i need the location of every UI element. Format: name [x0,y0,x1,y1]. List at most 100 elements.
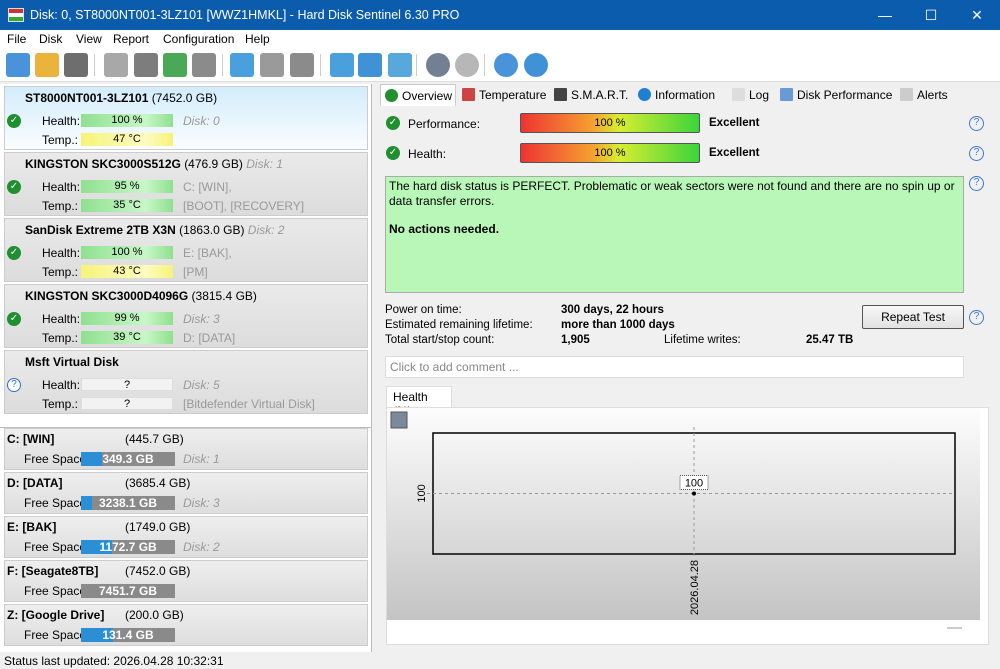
menu-file[interactable]: File [7,32,26,46]
disk-detail: E: [BAK], [183,246,232,260]
help-icon[interactable]: ? [969,310,984,325]
menu-view[interactable]: View [76,32,102,46]
info-icon[interactable] [524,53,548,77]
volume-card[interactable]: Z: [Google Drive] (200.0 GB) Free Space … [4,604,368,646]
status-bar: Status last updated: 2026.04.28 10:32:31 [4,654,224,668]
disk-check-icon[interactable] [163,53,187,77]
temp-label: Temp.: [42,199,79,213]
temp-bar: 43 °C [81,265,173,278]
volume-card[interactable]: E: [BAK] (1749.0 GB) Free Space 1172.7 G… [4,516,368,558]
menu-disk[interactable]: Disk [39,32,62,46]
help-icon[interactable]: ? [969,176,984,191]
tab-information[interactable]: Information [634,84,726,106]
temp-label: Temp.: [42,331,79,345]
disk-schedule-icon[interactable] [134,53,158,77]
health-bar: 95 % [81,180,173,193]
report-icon[interactable] [330,53,354,77]
startstop-value: 1,905 [561,334,590,346]
disk-size: (476.9 GB) [184,157,243,171]
health-bar: 100 % [81,114,173,127]
minimize-button[interactable]: — [862,0,908,30]
email-icon[interactable] [358,53,382,77]
volume-size: (3685.4 GB) [125,476,191,490]
disk-list-icon[interactable] [64,53,88,77]
help-icon[interactable]: ? [969,146,984,161]
health-gauge: 100 % [520,143,700,163]
health-label: Health: [408,147,447,161]
maximize-button[interactable]: ☐ [908,0,954,30]
close-button[interactable]: ✕ [954,0,1000,30]
thermometer-icon [462,88,475,101]
temp-bar: ? [81,397,173,410]
free-space-value: 131.4 GB [102,628,154,642]
network-icon[interactable] [388,53,412,77]
tab-disk-performance[interactable]: Disk Performance [776,84,894,106]
help-icon[interactable] [494,53,518,77]
tab-health-chart[interactable]: Health (%) [386,386,452,418]
repeat-test-button[interactable]: Repeat Test [862,305,964,329]
toolbar-separator [320,54,321,76]
free-space-label: Free Space [24,628,87,642]
refresh-icon[interactable] [6,53,30,77]
disk-gray-icon[interactable] [104,53,128,77]
disk-model: SanDisk Extreme 2TB X3N [25,223,176,237]
disk-card[interactable]: KINGSTON SKC3000D4096G (3815.4 GB) ✓ Hea… [4,284,368,348]
disk-model: ST8000NT001-3LZ101 [25,91,149,105]
sound-icon[interactable] [455,53,479,77]
save-icon[interactable] [390,411,408,429]
tab-overview[interactable]: Overview [380,84,456,106]
alerts-icon [900,88,913,101]
menu-configuration[interactable]: Configuration [163,32,234,46]
tab-log[interactable]: Log [728,84,774,106]
data-label: 100 [685,478,703,490]
tab-alerts[interactable]: Alerts [896,84,954,106]
volume-card[interactable]: F: [Seagate8TB] (7452.0 GB) Free Space 7… [4,560,368,602]
disk-card[interactable]: ST8000NT001-3LZ101 (7452.0 GB) ✓ Health:… [4,86,368,150]
disk-card[interactable]: Msft Virtual Disk ? Health: ? Disk: 5 Te… [4,350,368,414]
refresh-warning-icon[interactable] [35,53,59,77]
usb-disk-icon[interactable] [260,53,284,77]
settings-icon[interactable] [426,53,450,77]
network-disk-icon[interactable] [230,53,254,77]
disk-name: KINGSTON SKC3000D4096G (3815.4 GB) [25,289,257,303]
menu-report[interactable]: Report [113,32,149,46]
check-icon: ✓ [7,246,21,260]
tab-s-m-a-r-t[interactable]: S.M.A.R.T. [550,84,632,106]
toolbar [0,48,1000,82]
lifetime-label: Estimated remaining lifetime: [385,319,533,331]
performance-icon [780,88,793,101]
disk-card[interactable]: SanDisk Extreme 2TB X3N (1863.0 GB) Disk… [4,218,368,282]
disk-model: KINGSTON SKC3000D4096G [25,289,189,303]
volume-disk: Disk: 3 [183,496,220,510]
comment-input[interactable]: Click to add comment ... [385,356,964,378]
temp-label: Temp.: [42,133,79,147]
power-on-label: Power on time: [385,304,462,316]
tab-temperature[interactable]: Temperature [458,84,548,106]
health-bar: 100 % [81,246,173,259]
temp-label: Temp.: [42,397,79,411]
health-bar: ? [81,378,173,391]
disk-detail: Disk: 0 [183,114,220,128]
health-label: Health: [42,246,81,260]
data-point [692,491,696,496]
check-icon: ✓ [386,116,400,130]
help-icon[interactable]: ? [969,116,984,131]
tab-label: Temperature [479,88,547,102]
tab-label: S.M.A.R.T. [571,88,629,102]
status-message: The hard disk status is PERFECT. Problem… [385,176,964,293]
tab-label: Alerts [917,88,948,102]
disk-search-icon[interactable] [192,53,216,77]
tab-label: Log [749,88,770,102]
volume-card[interactable]: C: [WIN] (445.7 GB) Free Space 349.3 GB … [4,428,368,470]
x-tick-label: 2026.04.28 [689,560,701,615]
temp-bar: 47 °C [81,133,173,146]
menu-help[interactable]: Help [245,32,270,46]
lifetime-value: more than 1000 days [561,319,675,331]
disk-card[interactable]: KINGSTON SKC3000S512G (476.9 GB) Disk: 1… [4,152,368,216]
temp-bar: 39 °C [81,331,173,344]
check-icon: ✓ [7,114,21,128]
disk-panel: ST8000NT001-3LZ101 (7452.0 GB) ✓ Health:… [0,84,372,652]
volume-card[interactable]: D: [DATA] (3685.4 GB) Free Space 3238.1 … [4,472,368,514]
check-icon: ✓ [7,180,21,194]
external-disk-icon[interactable] [290,53,314,77]
